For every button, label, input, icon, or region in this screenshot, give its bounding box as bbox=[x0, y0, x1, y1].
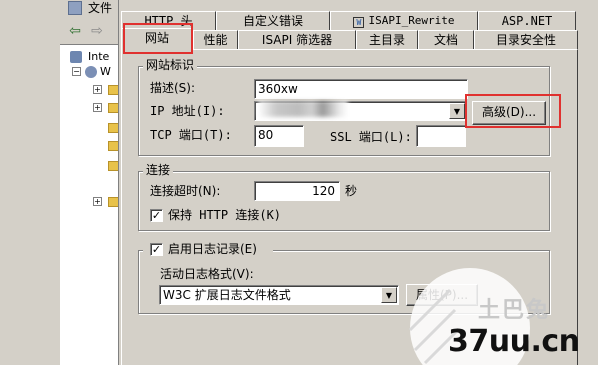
tab-isapi-rewrite-label: ISAPI_Rewrite bbox=[368, 14, 455, 27]
ssl-port-input[interactable] bbox=[416, 125, 466, 147]
console-tree: Inte − W + + + bbox=[60, 44, 122, 365]
log-format-dropdown-arrow-icon[interactable]: ▼ bbox=[381, 287, 397, 303]
enable-logging-label[interactable]: 启用日志记录(E) bbox=[168, 241, 257, 257]
watermark-faint-text: 土巴兔 bbox=[478, 298, 551, 323]
tree-expand-icon[interactable]: + bbox=[93, 103, 102, 112]
tree-collapse-icon[interactable]: − bbox=[72, 67, 81, 76]
tree-expand-icon[interactable]: + bbox=[93, 197, 102, 206]
tcp-port-input[interactable]: 80 bbox=[254, 125, 304, 147]
log-format-select[interactable]: W3C 扩展日志文件格式 bbox=[159, 285, 399, 305]
description-input[interactable]: 360xw bbox=[254, 79, 468, 99]
tab-custom-errors[interactable]: 自定义错误 bbox=[216, 11, 330, 30]
watermark-text: 37uu.cn bbox=[448, 324, 580, 359]
highlight-website-tab bbox=[123, 23, 193, 54]
forward-arrow-icon[interactable]: ⇨ bbox=[88, 22, 106, 40]
tab-home-directory[interactable]: 主目录 bbox=[356, 30, 418, 49]
app-icon bbox=[68, 1, 82, 15]
tab-directory-security[interactable]: 目录安全性 bbox=[474, 30, 578, 49]
redacted-ip bbox=[258, 101, 348, 117]
tab-asp-net[interactable]: ASP.NET bbox=[478, 11, 576, 30]
tree-child-label[interactable]: W bbox=[100, 65, 111, 78]
back-arrow-icon[interactable]: ⇦ bbox=[66, 22, 84, 40]
menu-file[interactable]: 文件 bbox=[88, 0, 112, 16]
log-format-label: 活动日志格式(V): bbox=[160, 267, 254, 281]
tree-root-label[interactable]: Inte bbox=[88, 50, 109, 63]
tab-performance[interactable]: 性能 bbox=[193, 30, 238, 49]
tcp-port-label: TCP 端口(T): bbox=[150, 128, 232, 142]
tab-isapi-rewrite[interactable]: W ISAPI_Rewrite bbox=[330, 11, 478, 30]
enable-logging-checkbox[interactable]: ✓ bbox=[150, 243, 163, 256]
ip-dropdown-arrow-icon[interactable]: ▼ bbox=[449, 103, 465, 119]
description-label: 描述(S): bbox=[150, 81, 196, 95]
rewrite-icon: W bbox=[353, 17, 365, 28]
computer-icon bbox=[70, 51, 82, 63]
timeout-label: 连接超时(N): bbox=[150, 184, 221, 198]
tree-expand-icon[interactable]: + bbox=[93, 85, 102, 94]
ip-label: IP 地址(I): bbox=[150, 104, 225, 118]
tab-isapi-filters[interactable]: ISAPI 筛选器 bbox=[238, 30, 356, 49]
keepalive-checkbox[interactable]: ✓ bbox=[150, 209, 163, 222]
highlight-advanced-button bbox=[465, 94, 561, 128]
timeout-unit: 秒 bbox=[345, 184, 358, 198]
keepalive-label[interactable]: 保持 HTTP 连接(K) bbox=[168, 207, 281, 223]
timeout-input[interactable]: 120 bbox=[254, 181, 340, 201]
website-id-title: 网站标识 bbox=[143, 58, 198, 72]
tab-documents[interactable]: 文档 bbox=[418, 30, 474, 49]
server-icon bbox=[85, 66, 97, 78]
connection-title: 连接 bbox=[143, 163, 174, 177]
ssl-port-label: SSL 端口(L): bbox=[330, 130, 412, 144]
